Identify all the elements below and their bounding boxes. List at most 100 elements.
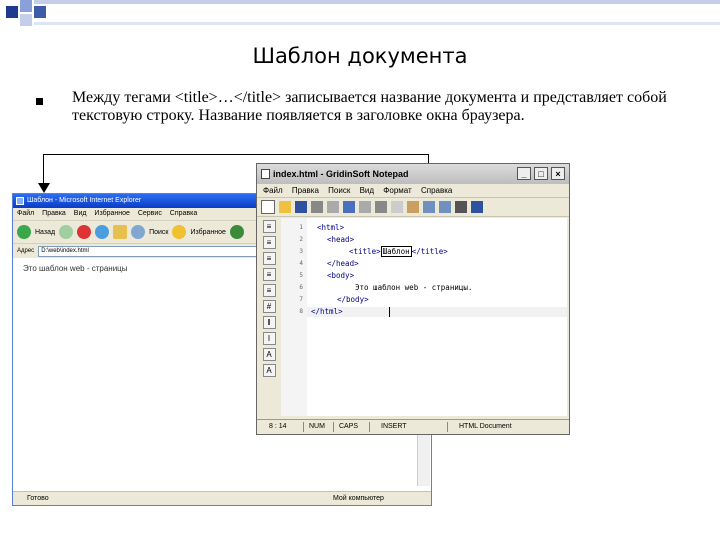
bullet-marker (36, 98, 43, 105)
ie-menu-tools[interactable]: Сервис (138, 210, 162, 217)
arrow-icon (38, 183, 50, 193)
home-icon[interactable] (113, 225, 128, 239)
find-icon[interactable] (423, 201, 435, 213)
notepad-window-icon (261, 169, 270, 179)
line-number: 2 (299, 236, 303, 243)
favorites-button-label[interactable]: Избранное (190, 229, 225, 236)
notepad-window: index.html - GridinSoft Notepad _ □ × Фа… (256, 163, 570, 435)
open-folder-icon[interactable] (279, 201, 291, 213)
np-menu-search[interactable]: Поиск (328, 186, 350, 195)
ie-window-title: Шаблон - Microsoft Internet Explorer (27, 197, 142, 204)
ie-menu-help[interactable]: Справка (170, 210, 197, 217)
np-menu-view[interactable]: Вид (360, 186, 374, 195)
notepad-menubar: Файл Правка Поиск Вид Формат Справка (257, 184, 569, 198)
status-separator (369, 422, 370, 432)
ie-menu-favorites[interactable]: Избранное (94, 210, 129, 217)
notepad-titlebar: index.html - GridinSoft Notepad _ □ × (257, 164, 569, 184)
line-number: 5 (299, 272, 303, 279)
replace-icon[interactable] (439, 201, 451, 213)
np-menu-edit[interactable]: Правка (292, 186, 319, 195)
paste-icon[interactable] (407, 201, 419, 213)
status-zone: Мой компьютер (333, 495, 384, 502)
text-cursor (389, 307, 390, 317)
line-number: 8 (299, 308, 303, 315)
ie-window-icon (16, 197, 24, 205)
connector-line (43, 154, 428, 155)
current-line-highlight (307, 307, 567, 317)
status-num: NUM (309, 423, 325, 430)
line-number: 4 (299, 260, 303, 267)
font-up-icon[interactable]: A (262, 348, 276, 361)
undo-icon[interactable] (343, 201, 355, 213)
back-button-label[interactable]: Назад (35, 229, 55, 236)
title-open-tag: <title> (349, 247, 381, 256)
code-line-3: <title> Шаблон </title> (349, 246, 448, 257)
favorites-star-icon[interactable] (172, 225, 187, 239)
slide-title: Шаблон документа (252, 44, 468, 68)
status-separator (447, 422, 448, 432)
new-file-icon[interactable] (261, 200, 275, 214)
code-line-6: Это шаблон web - страницы. (355, 283, 473, 292)
align-icon[interactable]: ≡ (262, 236, 276, 249)
code-line-2: <head> (327, 235, 355, 244)
ie-menu-edit[interactable]: Правка (42, 210, 66, 217)
forward-arrow-icon[interactable] (59, 225, 74, 239)
np-menu-format[interactable]: Формат (383, 186, 411, 195)
maximize-button[interactable]: □ (534, 167, 548, 180)
copy-icon[interactable] (391, 201, 403, 213)
code-line-8: </html> (311, 307, 343, 316)
np-menu-help[interactable]: Справка (421, 186, 452, 195)
bookmark-icon[interactable]: I (262, 332, 276, 345)
minimize-button[interactable]: _ (517, 167, 531, 180)
format-icon[interactable] (471, 201, 483, 213)
ie-menu-view[interactable]: Вид (74, 210, 87, 217)
title-text-highlight: Шаблон (380, 246, 412, 257)
search-icon[interactable] (131, 225, 146, 239)
status-position: 8 : 14 (269, 423, 287, 430)
comment-icon[interactable]: ‖ (262, 316, 276, 329)
preview-icon[interactable] (327, 201, 339, 213)
code-line-5: <body> (327, 271, 355, 280)
print-icon[interactable] (311, 201, 323, 213)
slide-body-text: Между тегами <title>…</title> записывает… (72, 89, 667, 124)
refresh-icon[interactable] (95, 225, 110, 239)
line-number: 6 (299, 284, 303, 291)
title-close-tag: </title> (411, 247, 448, 256)
page-text: Это шаблон web - страницы (23, 264, 128, 273)
indent-icon[interactable]: ≡ (262, 268, 276, 281)
notepad-side-toolbar: ≡ ≡ ≡ ≡ ≡ # ‖ I A A (259, 218, 279, 418)
address-label: Адрес (17, 248, 35, 254)
font-down-icon[interactable]: A (262, 364, 276, 377)
status-separator (333, 422, 334, 432)
notepad-toolbar (257, 198, 569, 217)
back-arrow-icon[interactable] (17, 225, 31, 239)
np-menu-file[interactable]: Файл (263, 186, 283, 195)
align-left-icon[interactable]: ≡ (262, 220, 276, 233)
code-line-7: </body> (337, 295, 369, 304)
notepad-window-title: index.html - GridinSoft Notepad (273, 169, 409, 179)
ie-statusbar: Готово Мой компьютер (13, 491, 431, 505)
outdent-icon[interactable]: ≡ (262, 284, 276, 297)
search-button-label[interactable]: Поиск (149, 229, 168, 236)
save-icon[interactable] (295, 201, 307, 213)
list-icon[interactable]: ≡ (262, 252, 276, 265)
stop-icon[interactable] (77, 225, 92, 239)
decorative-header (6, 0, 720, 26)
media-icon[interactable] (229, 225, 244, 239)
line-number: 1 (299, 224, 303, 231)
line-number: 7 (299, 296, 303, 303)
status-ready: Готово (27, 495, 49, 502)
code-editor[interactable]: <html> <head> <title> Шаблон </title> </he… (307, 218, 567, 416)
more-icon[interactable] (455, 201, 467, 213)
redo-icon[interactable] (359, 201, 371, 213)
connector-line (43, 154, 44, 186)
cut-icon[interactable] (375, 201, 387, 213)
code-line-4: </head> (327, 259, 359, 268)
status-separator (303, 422, 304, 432)
close-button[interactable]: × (551, 167, 565, 180)
notepad-statusbar: 8 : 14 NUM CAPS INSERT HTML Document (257, 419, 569, 434)
ie-menu-file[interactable]: Файл (17, 210, 34, 217)
hash-icon[interactable]: # (262, 300, 276, 313)
status-insert: INSERT (381, 423, 407, 430)
status-doc-type: HTML Document (459, 423, 512, 430)
